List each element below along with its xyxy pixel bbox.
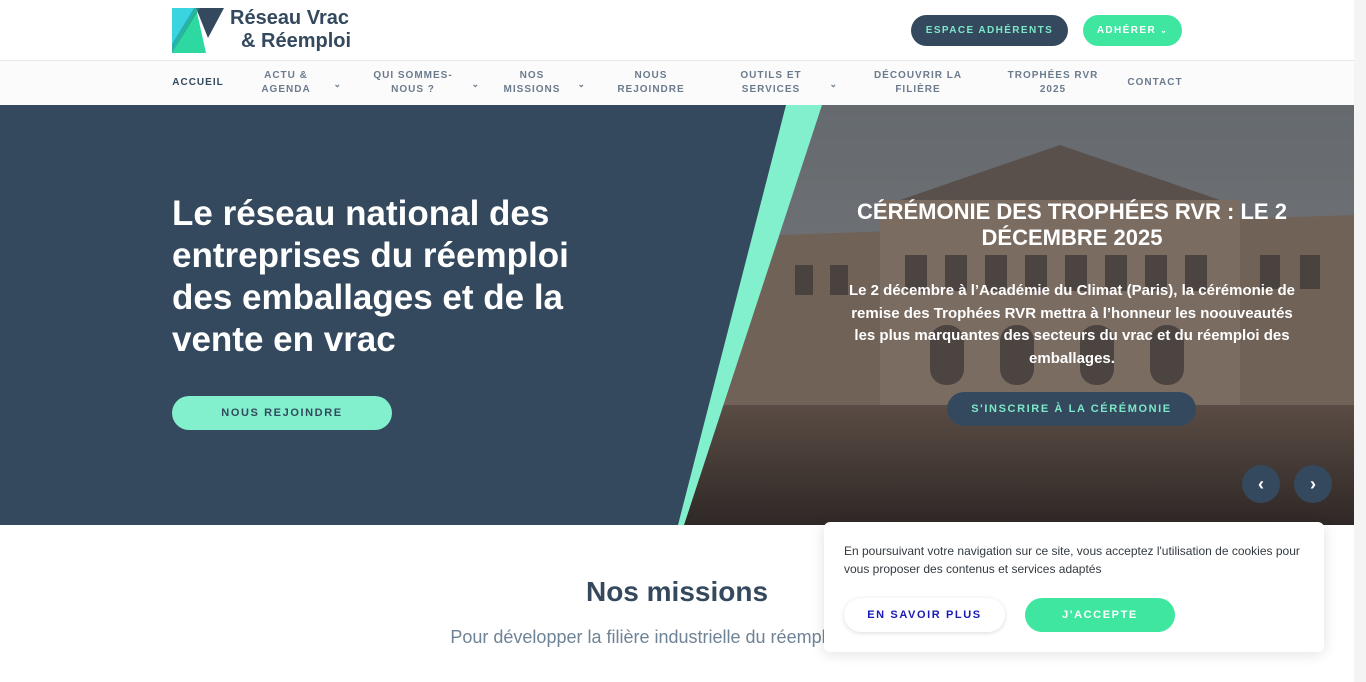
nav-item-accueil[interactable]: ACCUEIL [172,61,224,105]
site-logo-text[interactable]: Réseau Vrac & Réemploi [230,7,351,53]
nav-item-nos-missions[interactable]: NOS MISSIONS ⌄ [500,61,586,105]
chevron-right-icon: › [1310,473,1316,494]
nav-item-trophees[interactable]: TROPHÉES RVR 2025 [1000,61,1106,105]
slide-title: CÉRÉMONIE DES TROPHÉES RVR : LE 2 DÉCEMB… [857,199,1287,250]
nav-item-nous-rejoindre[interactable]: NOUS REJOINDRE [610,61,692,105]
nav-item-label: OUTILS ET SERVICES [740,70,802,95]
logo-line-1: Réseau Vrac [230,7,349,29]
espace-adherents-button[interactable]: ESPACE ADHÉRENTS [911,15,1068,46]
top-header: Réseau Vrac & Réemploi ESPACE ADHÉRENTS … [0,0,1366,61]
chevron-down-icon: ⌄ [829,79,838,89]
chevron-down-icon: ⌄ [1160,26,1169,35]
nav-item-decouvrir-filiere[interactable]: DÉCOUVRIR LA FILIÈRE [868,61,968,105]
learn-more-button[interactable]: EN SAVOIR PLUS [844,598,1005,632]
accept-cookies-button[interactable]: J'ACCEPTE [1025,598,1175,632]
main-navigation: ACCUEIL ACTU & AGENDA ⌄ QUI SOMMES-NOUS … [0,61,1366,105]
slider-next-button[interactable]: › [1294,465,1332,503]
cookie-banner: En poursuivant votre navigation sur ce s… [824,522,1324,652]
nav-item-label: NOS MISSIONS [503,70,561,95]
hero-slider: Le réseau national des entreprises du ré… [0,105,1354,525]
nav-item-label: TROPHÉES RVR 2025 [1007,70,1099,95]
cookie-message: En poursuivant votre navigation sur ce s… [844,544,1300,576]
slide-text: Le 2 décembre à l’Académie du Climat (Pa… [848,282,1295,367]
nous-rejoindre-label: NOUS REJOINDRE [221,407,343,419]
inscrire-ceremonie-label: S'INSCRIRE À LA CÉRÉMONIE [971,403,1172,415]
logo-line-2: & Réemploi [241,30,352,52]
nav-item-qui-sommes-nous[interactable]: QUI SOMMES-NOUS ? ⌄ [368,61,480,105]
chevron-left-icon: ‹ [1258,473,1264,494]
nav-item-label: QUI SOMMES-NOUS ? [373,70,453,95]
chevron-down-icon: ⌄ [471,79,480,89]
nav-item-label: DÉCOUVRIR LA FILIÈRE [873,70,963,95]
page-scrollbar[interactable] [1354,0,1366,682]
chevron-down-icon: ⌄ [333,79,342,89]
nav-item-label: ACTU & AGENDA [261,70,311,95]
adherer-label: ADHÉRER [1096,25,1157,36]
hero-title: Le réseau national des entreprises du ré… [172,194,569,359]
nav-item-outils-services[interactable]: OUTILS ET SERVICES ⌄ [726,61,838,105]
nous-rejoindre-button[interactable]: NOUS REJOINDRE [172,396,392,430]
nav-item-label: NOUS REJOINDRE [617,70,685,95]
slider-prev-button[interactable]: ‹ [1242,465,1280,503]
accept-cookies-label: J'ACCEPTE [1062,609,1138,621]
chevron-down-icon: ⌄ [577,79,586,89]
nav-item-actu-agenda[interactable]: ACTU & AGENDA ⌄ [252,61,342,105]
nav-item-label: ACCUEIL [172,77,224,88]
adherer-button[interactable]: ADHÉRER ⌄ [1083,15,1182,46]
nav-item-label: CONTACT [1127,77,1183,88]
learn-more-label: EN SAVOIR PLUS [867,609,982,621]
espace-adherents-label: ESPACE ADHÉRENTS [925,25,1054,36]
inscrire-ceremonie-button[interactable]: S'INSCRIRE À LA CÉRÉMONIE [947,392,1196,426]
logo-icon[interactable] [172,8,224,53]
nav-item-contact[interactable]: CONTACT [1124,61,1186,105]
